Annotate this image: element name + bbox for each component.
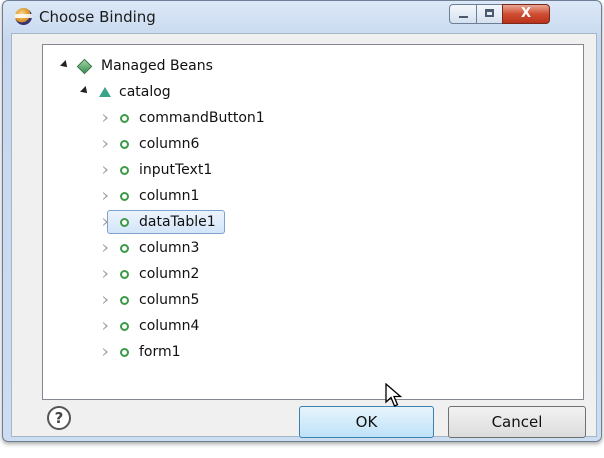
window-title: Choose Binding [39,8,156,26]
tree-node-item[interactable]: column4 [43,315,573,337]
tree-node-label: dataTable1 [139,214,216,230]
tree-node-label: column1 [139,188,200,204]
collapsed-arrow-icon[interactable] [103,322,108,330]
dialog-content: Managed Beans catalog commandButton1 colu… [11,33,597,438]
maximize-icon [485,9,494,17]
close-button[interactable]: X [502,4,550,24]
binding-tree[interactable]: Managed Beans catalog commandButton1 colu… [42,44,584,400]
tree-node-item[interactable]: dataTable1 [43,210,573,234]
tree-node-label: column3 [139,240,200,256]
tree-node-label: Managed Beans [101,58,213,74]
minimize-icon [459,16,468,18]
property-dot-icon [120,114,129,123]
bean-triangle-icon [99,87,111,97]
property-dot-icon [120,270,129,279]
property-dot-icon [120,192,129,201]
tree-node-item[interactable]: column1 [43,185,573,207]
property-dot-icon [120,166,129,175]
property-dot-icon [120,322,129,331]
tree-node-item[interactable]: form1 [43,341,573,363]
tree-node-managed-beans[interactable]: Managed Beans [43,55,573,77]
tree-node-label: form1 [139,344,181,360]
managed-beans-icon [76,58,93,75]
mouse-cursor-icon [385,383,403,407]
tree-node-label: catalog [119,84,171,100]
property-dot-icon [120,348,129,357]
collapsed-arrow-icon[interactable] [103,218,108,226]
expanded-arrow-icon[interactable] [80,86,90,96]
tree-node-label: column4 [139,318,200,334]
cancel-button[interactable]: Cancel [448,406,586,438]
tree-node-item[interactable]: inputText1 [43,159,573,181]
collapsed-arrow-icon[interactable] [103,244,108,252]
collapsed-arrow-icon[interactable] [103,140,108,148]
tree-node-label: commandButton1 [139,110,265,126]
help-button[interactable]: ? [47,406,71,430]
tree-node-label: column6 [139,136,200,152]
collapsed-arrow-icon[interactable] [103,192,108,200]
ok-button[interactable]: OK [299,406,434,438]
tree-node-catalog[interactable]: catalog [43,81,573,103]
close-icon: X [520,6,532,21]
collapsed-arrow-icon[interactable] [103,114,108,122]
maximize-button[interactable] [476,4,503,24]
minimize-button[interactable] [449,4,477,24]
expanded-arrow-icon[interactable] [60,60,70,70]
dialog-window: Choose Binding X Managed Beans catalog c… [2,0,602,442]
title-bar[interactable]: Choose Binding X [3,1,601,33]
tree-node-item[interactable]: column6 [43,133,573,155]
collapsed-arrow-icon[interactable] [103,296,108,304]
collapsed-arrow-icon[interactable] [103,348,108,356]
tree-node-label: inputText1 [139,162,213,178]
tree-node-item[interactable]: column5 [43,289,573,311]
property-dot-icon [120,296,129,305]
tree-node-item[interactable]: column3 [43,237,573,259]
property-dot-icon [120,140,129,149]
property-dot-icon [120,218,129,227]
eclipse-app-icon [15,8,32,25]
help-icon: ? [54,409,64,427]
property-dot-icon [120,244,129,253]
collapsed-arrow-icon[interactable] [103,166,108,174]
tree-node-label: column2 [139,266,200,282]
tree-node-label: column5 [139,292,200,308]
tree-node-item[interactable]: commandButton1 [43,107,573,129]
tree-node-item[interactable]: column2 [43,263,573,285]
collapsed-arrow-icon[interactable] [103,270,108,278]
